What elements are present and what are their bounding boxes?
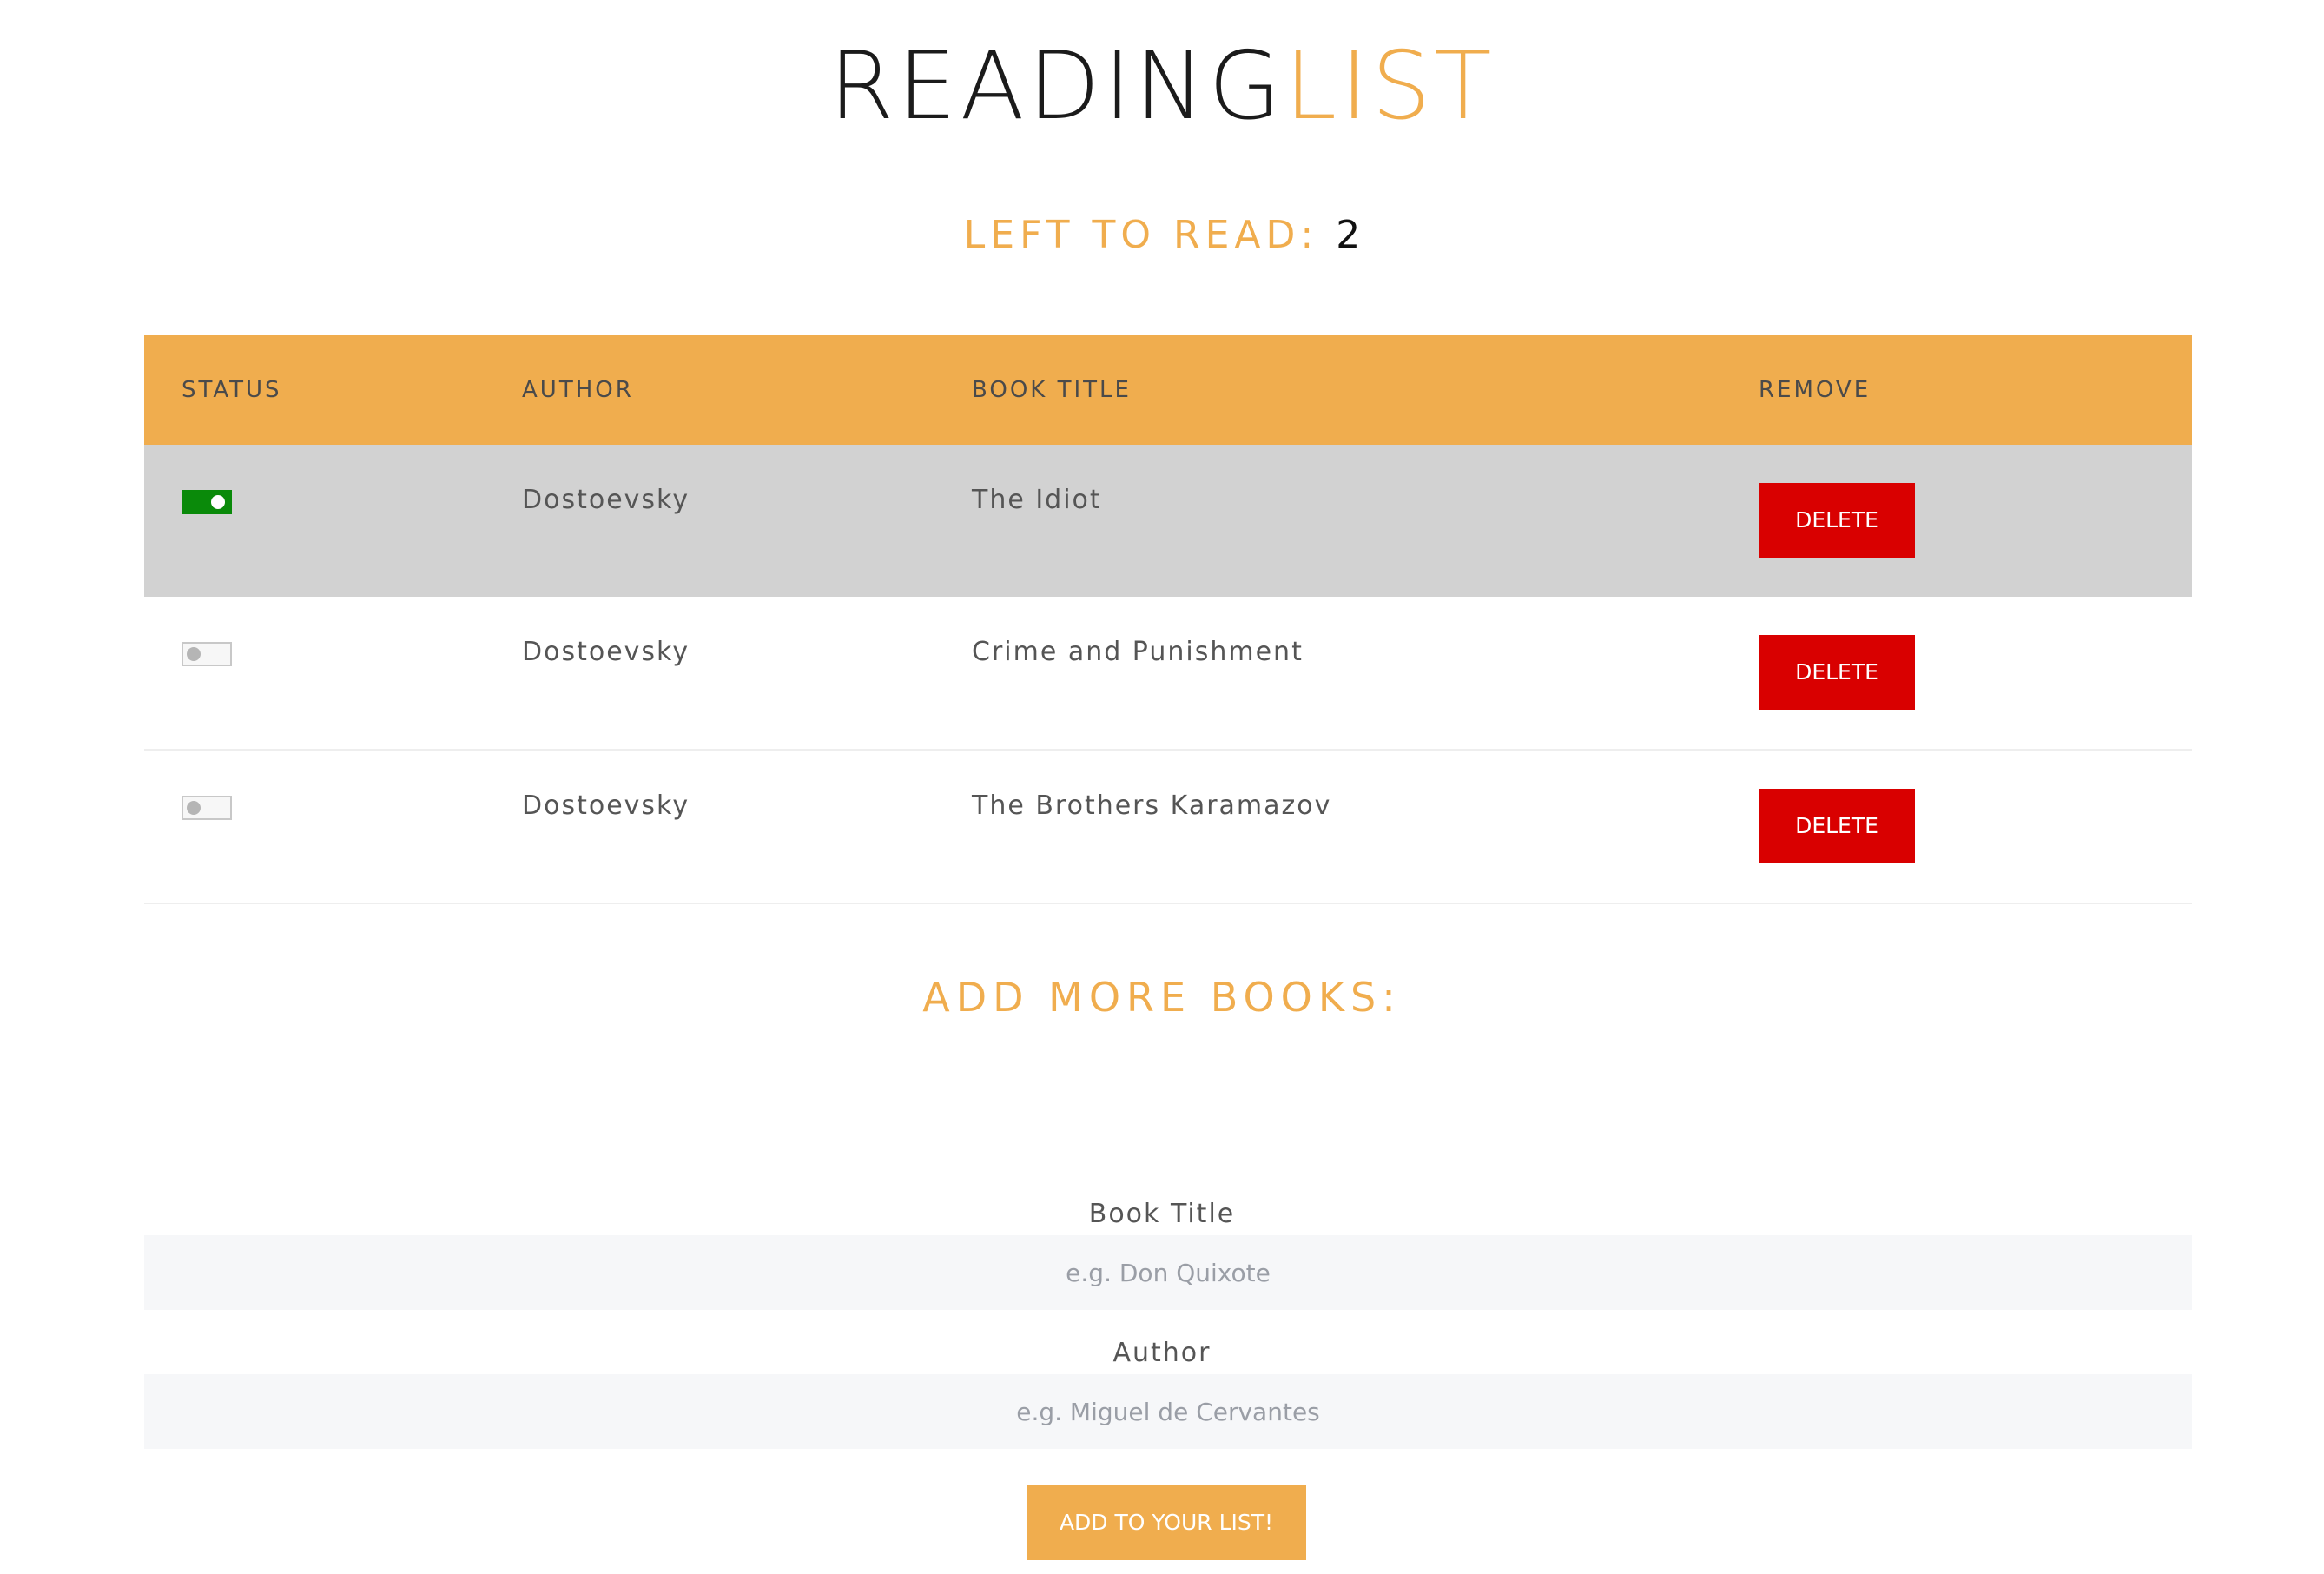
add-books-heading: ADD MORE BOOKS: [922,974,1402,1021]
left-to-read-label: LEFT TO READ: [963,213,1319,257]
remove-cell: DELETE [1721,597,2192,751]
book-title-label: Book Title [1088,1199,1236,1229]
reading-list-app: READINGLIST LEFT TO READ: 2 STATUS AUTHO… [0,0,2324,1574]
author-text: Dostoevsky [522,637,690,667]
toggle-knob [187,801,201,815]
add-to-list-button[interactable]: ADD TO YOUR LIST! [1027,1485,1306,1560]
status-cell [144,445,485,597]
delete-button[interactable]: DELETE [1759,483,1915,558]
status-cell [144,597,485,751]
author-text: Dostoevsky [522,790,690,821]
author-cell: Dostoevsky [485,445,934,597]
author-cell: Dostoevsky [485,597,934,751]
column-header-remove: REMOVE [1721,335,2192,445]
page-title-reading: READING [829,32,1285,141]
title-cell: Crime and Punishment [934,597,1721,751]
author-cell: Dostoevsky [485,750,934,904]
delete-button[interactable]: DELETE [1759,789,1915,863]
table-body: Dostoevsky The Idiot DELETE Dostoevsky C… [144,445,2192,904]
book-title-text: The Idiot [972,485,1102,515]
book-title-input[interactable] [144,1235,2192,1310]
status-cell [144,750,485,904]
title-cell: The Brothers Karamazov [934,750,1721,904]
page-title: READINGLIST [0,35,2324,139]
author-text: Dostoevsky [522,485,690,515]
page-title-list: LIST [1284,32,1495,141]
column-header-author: AUTHOR [485,335,934,445]
column-header-book-title: BOOK TITLE [934,335,1721,445]
toggle-knob [187,647,201,661]
remove-cell: DELETE [1721,750,2192,904]
author-input[interactable] [144,1374,2192,1449]
read-status-toggle[interactable] [182,642,232,666]
reading-list-table: STATUS AUTHOR BOOK TITLE REMOVE Dostoevs… [144,335,2192,904]
read-status-toggle[interactable] [182,490,232,514]
title-cell: The Idiot [934,445,1721,597]
table-row: Dostoevsky The Idiot DELETE [144,445,2192,597]
delete-button[interactable]: DELETE [1759,635,1915,710]
table-header: STATUS AUTHOR BOOK TITLE REMOVE [144,335,2192,445]
author-label: Author [1112,1338,1212,1368]
column-header-status: STATUS [144,335,485,445]
toggle-knob [211,495,225,509]
left-to-read-summary: LEFT TO READ: 2 [0,207,2324,264]
table-row: Dostoevsky Crime and Punishment DELETE [144,597,2192,751]
book-title-text: Crime and Punishment [972,637,1304,667]
table-row: Dostoevsky The Brothers Karamazov DELETE [144,750,2192,904]
left-to-read-count: 2 [1336,213,1361,257]
table-header-row: STATUS AUTHOR BOOK TITLE REMOVE [144,335,2192,445]
book-title-text: The Brothers Karamazov [972,790,1332,821]
read-status-toggle[interactable] [182,796,232,820]
remove-cell: DELETE [1721,445,2192,597]
